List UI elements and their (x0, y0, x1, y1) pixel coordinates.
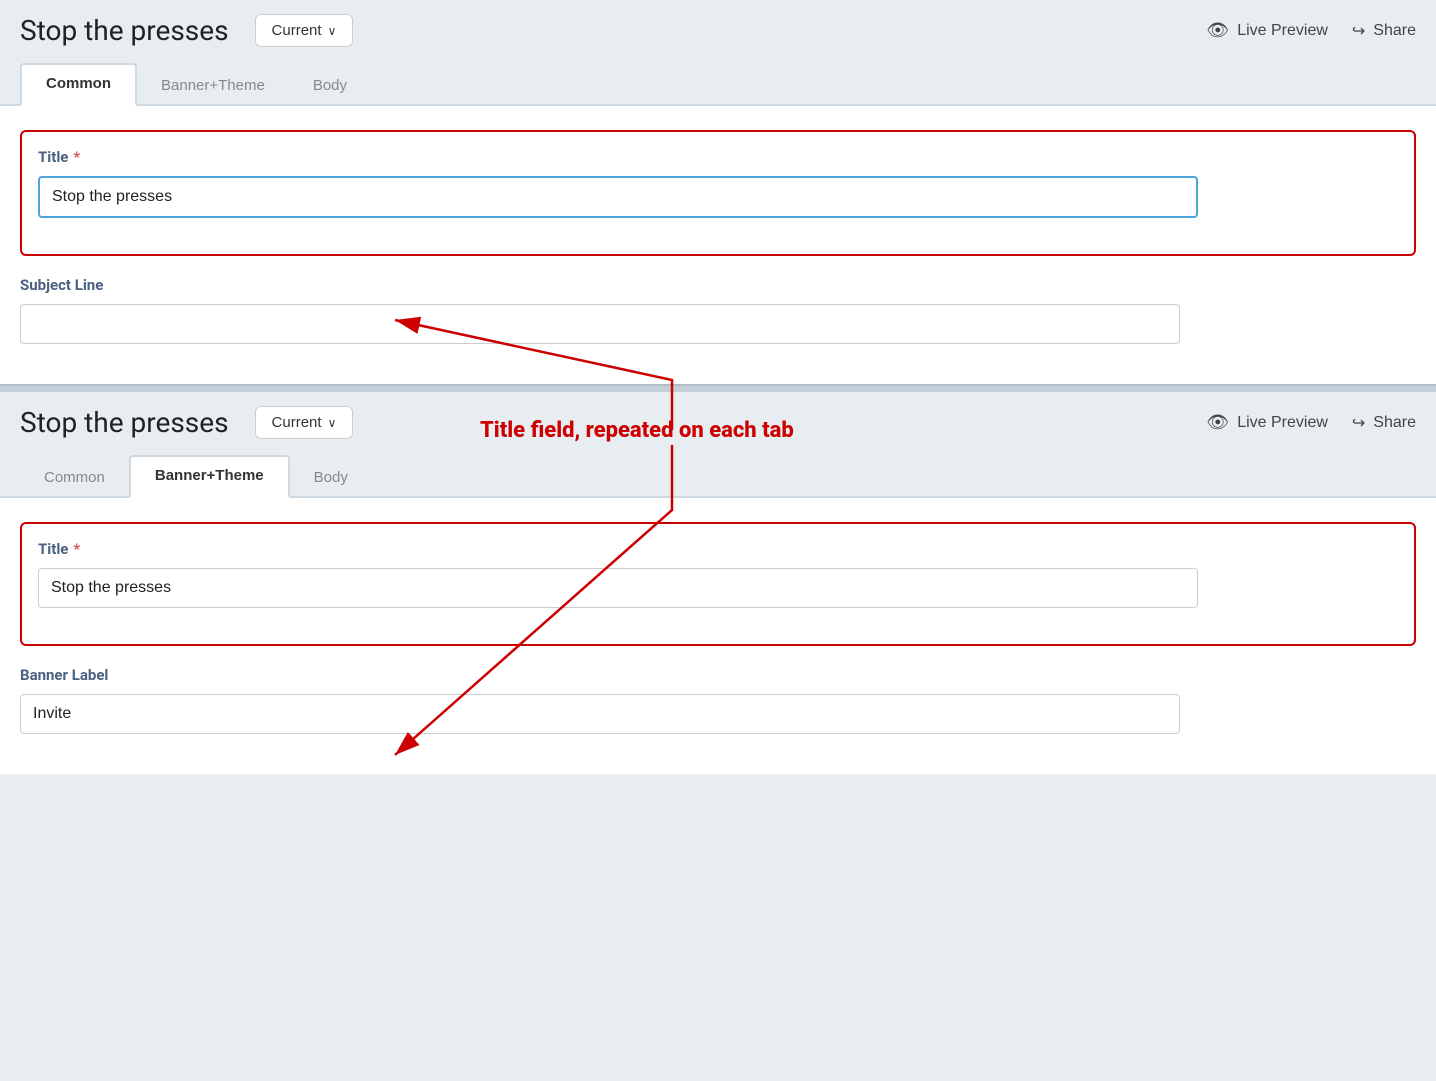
current-dropdown-label-bottom: Current (272, 414, 322, 431)
subject-line-label-top: Subject Line (20, 276, 1416, 294)
tab-bar-bottom: Common Banner+Theme Body (0, 453, 1436, 498)
title-field-box-top: Title * (20, 130, 1416, 256)
live-preview-label-top: Live Preview (1237, 22, 1328, 40)
banner-label-input[interactable] (20, 694, 1180, 734)
chevron-down-icon-top: ∨ (328, 24, 337, 38)
live-preview-label-bottom: Live Preview (1237, 414, 1328, 432)
tab-bar-top: Common Banner+Theme Body (0, 61, 1436, 106)
content-area-top: Title * Subject Line (0, 106, 1436, 384)
title-required-star-bottom: * (73, 540, 80, 558)
title-required-star-top: * (73, 148, 80, 166)
eye-icon-bottom: 👁 (1206, 412, 1229, 433)
content-area-bottom: Title * Banner Label (0, 498, 1436, 774)
share-label-top: Share (1373, 22, 1416, 40)
current-dropdown-bottom[interactable]: Current ∨ (255, 406, 354, 439)
banner-label-label: Banner Label (20, 666, 1416, 684)
live-preview-button-top[interactable]: 👁 Live Preview (1206, 20, 1328, 41)
title-field-group-bottom: Title * (38, 540, 1398, 608)
share-icon-bottom: ↪ (1352, 413, 1365, 433)
share-button-bottom[interactable]: ↪ Share (1352, 413, 1416, 433)
tab-body-bottom[interactable]: Body (290, 459, 372, 498)
section-bottom: Stop the presses Current ∨ 👁 Live Previe… (0, 392, 1436, 774)
section-top: Stop the presses Current ∨ 👁 Live Previe… (0, 0, 1436, 384)
title-field-group-top: Title * (38, 148, 1398, 218)
title-label-bottom: Title * (38, 540, 1398, 558)
section-divider (0, 384, 1436, 392)
tab-banner-theme-bottom[interactable]: Banner+Theme (129, 455, 290, 498)
subject-line-input-top[interactable] (20, 304, 1180, 344)
header-top: Stop the presses Current ∨ 👁 Live Previe… (0, 0, 1436, 61)
page-title-top: Stop the presses (20, 14, 229, 47)
current-dropdown-top[interactable]: Current ∨ (255, 14, 354, 47)
header-bottom: Stop the presses Current ∨ 👁 Live Previe… (0, 392, 1436, 453)
share-label-bottom: Share (1373, 414, 1416, 432)
share-icon-top: ↪ (1352, 21, 1365, 41)
tab-body-top[interactable]: Body (289, 67, 371, 106)
tab-banner-theme-top[interactable]: Banner+Theme (137, 67, 289, 106)
header-actions-top: 👁 Live Preview ↪ Share (1206, 20, 1416, 41)
page-title-bottom: Stop the presses (20, 406, 229, 439)
live-preview-button-bottom[interactable]: 👁 Live Preview (1206, 412, 1328, 433)
current-dropdown-label-top: Current (272, 22, 322, 39)
title-input-bottom[interactable] (38, 568, 1198, 608)
title-input-top[interactable] (38, 176, 1198, 218)
tab-common-bottom[interactable]: Common (20, 459, 129, 498)
tab-common-top[interactable]: Common (20, 63, 137, 106)
header-actions-bottom: 👁 Live Preview ↪ Share (1206, 412, 1416, 433)
subject-line-field-group-top: Subject Line (20, 276, 1416, 344)
title-label-top: Title * (38, 148, 1398, 166)
banner-label-field-group: Banner Label (20, 666, 1416, 734)
eye-icon-top: 👁 (1206, 20, 1229, 41)
title-field-box-bottom: Title * (20, 522, 1416, 646)
chevron-down-icon-bottom: ∨ (328, 416, 337, 430)
share-button-top[interactable]: ↪ Share (1352, 21, 1416, 41)
